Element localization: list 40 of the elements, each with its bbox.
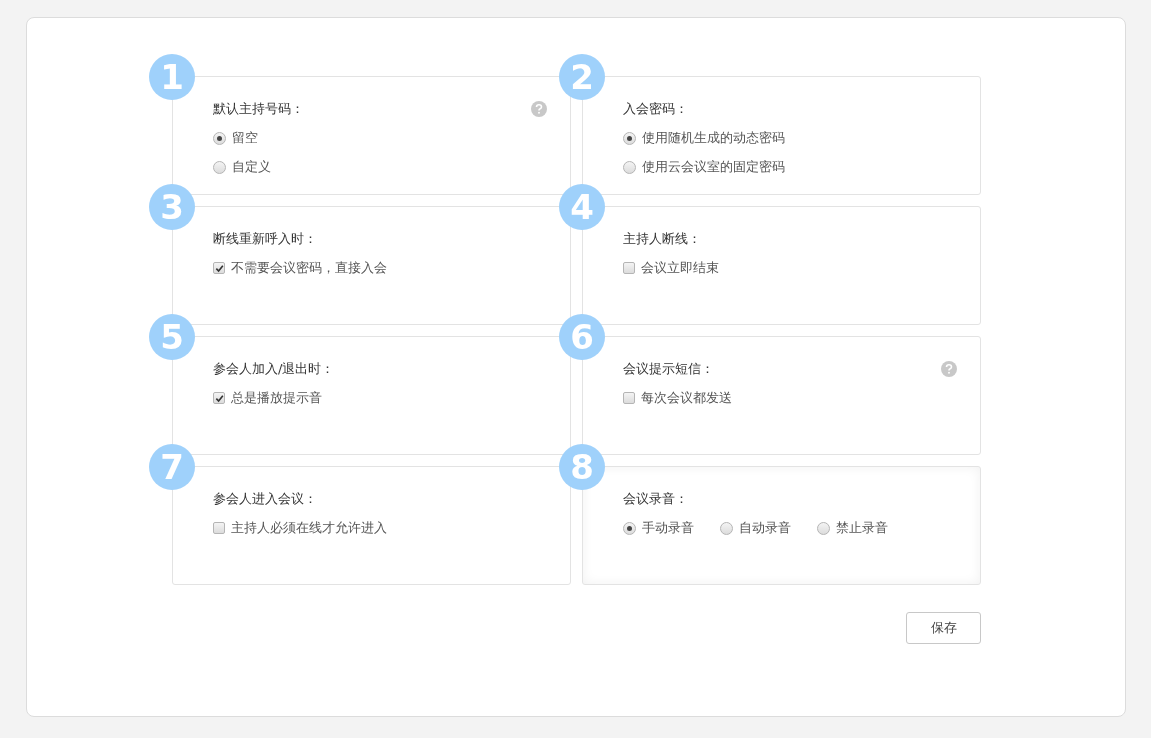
step-number-badge: 2 xyxy=(559,54,605,100)
checkbox[interactable] xyxy=(213,262,225,274)
setting-label: 主持人断线： xyxy=(623,230,701,248)
radio-button[interactable] xyxy=(623,131,636,145)
setting-label: 参会人加入/退出时： xyxy=(213,360,335,378)
option-label: 禁止录音 xyxy=(836,519,888,537)
radio-button[interactable] xyxy=(213,131,226,145)
radio-button[interactable] xyxy=(720,521,733,535)
step-number-badge: 7 xyxy=(149,444,195,490)
step-number-badge: 5 xyxy=(149,314,195,360)
option-label: 手动录音 xyxy=(642,519,694,537)
save-button[interactable]: 保存 xyxy=(906,612,981,644)
option-label: 主持人必须在线才允许进入 xyxy=(231,519,387,537)
checkbox[interactable] xyxy=(623,392,635,404)
checkbox[interactable] xyxy=(213,392,225,404)
option-label: 总是播放提示音 xyxy=(231,389,322,407)
setting-label: 断线重新呼入时： xyxy=(213,230,317,248)
option-label: 会议立即结束 xyxy=(641,259,719,277)
radio-button[interactable] xyxy=(213,160,226,174)
option-label: 每次会议都发送 xyxy=(641,389,732,407)
radio-button[interactable] xyxy=(623,521,636,535)
help-icon[interactable] xyxy=(531,101,547,117)
option-label: 使用随机生成的动态密码 xyxy=(642,129,785,147)
help-icon[interactable] xyxy=(941,361,957,377)
checkbox[interactable] xyxy=(213,522,225,534)
setting-label: 参会人进入会议： xyxy=(213,490,317,508)
radio-button[interactable] xyxy=(623,160,636,174)
option-label: 自定义 xyxy=(232,158,271,176)
option-label: 留空 xyxy=(232,129,258,147)
option-label: 使用云会议室的固定密码 xyxy=(642,158,785,176)
setting-label: 会议录音： xyxy=(623,490,688,508)
step-number-badge: 3 xyxy=(149,184,195,230)
setting-label: 默认主持号码： xyxy=(213,100,304,118)
radio-button[interactable] xyxy=(817,521,830,535)
step-number-badge: 1 xyxy=(149,54,195,100)
checkbox[interactable] xyxy=(623,262,635,274)
option-label: 不需要会议密码，直接入会 xyxy=(231,259,387,277)
setting-label: 入会密码： xyxy=(623,100,688,118)
option-label: 自动录音 xyxy=(739,519,791,537)
setting-label: 会议提示短信： xyxy=(623,360,714,378)
